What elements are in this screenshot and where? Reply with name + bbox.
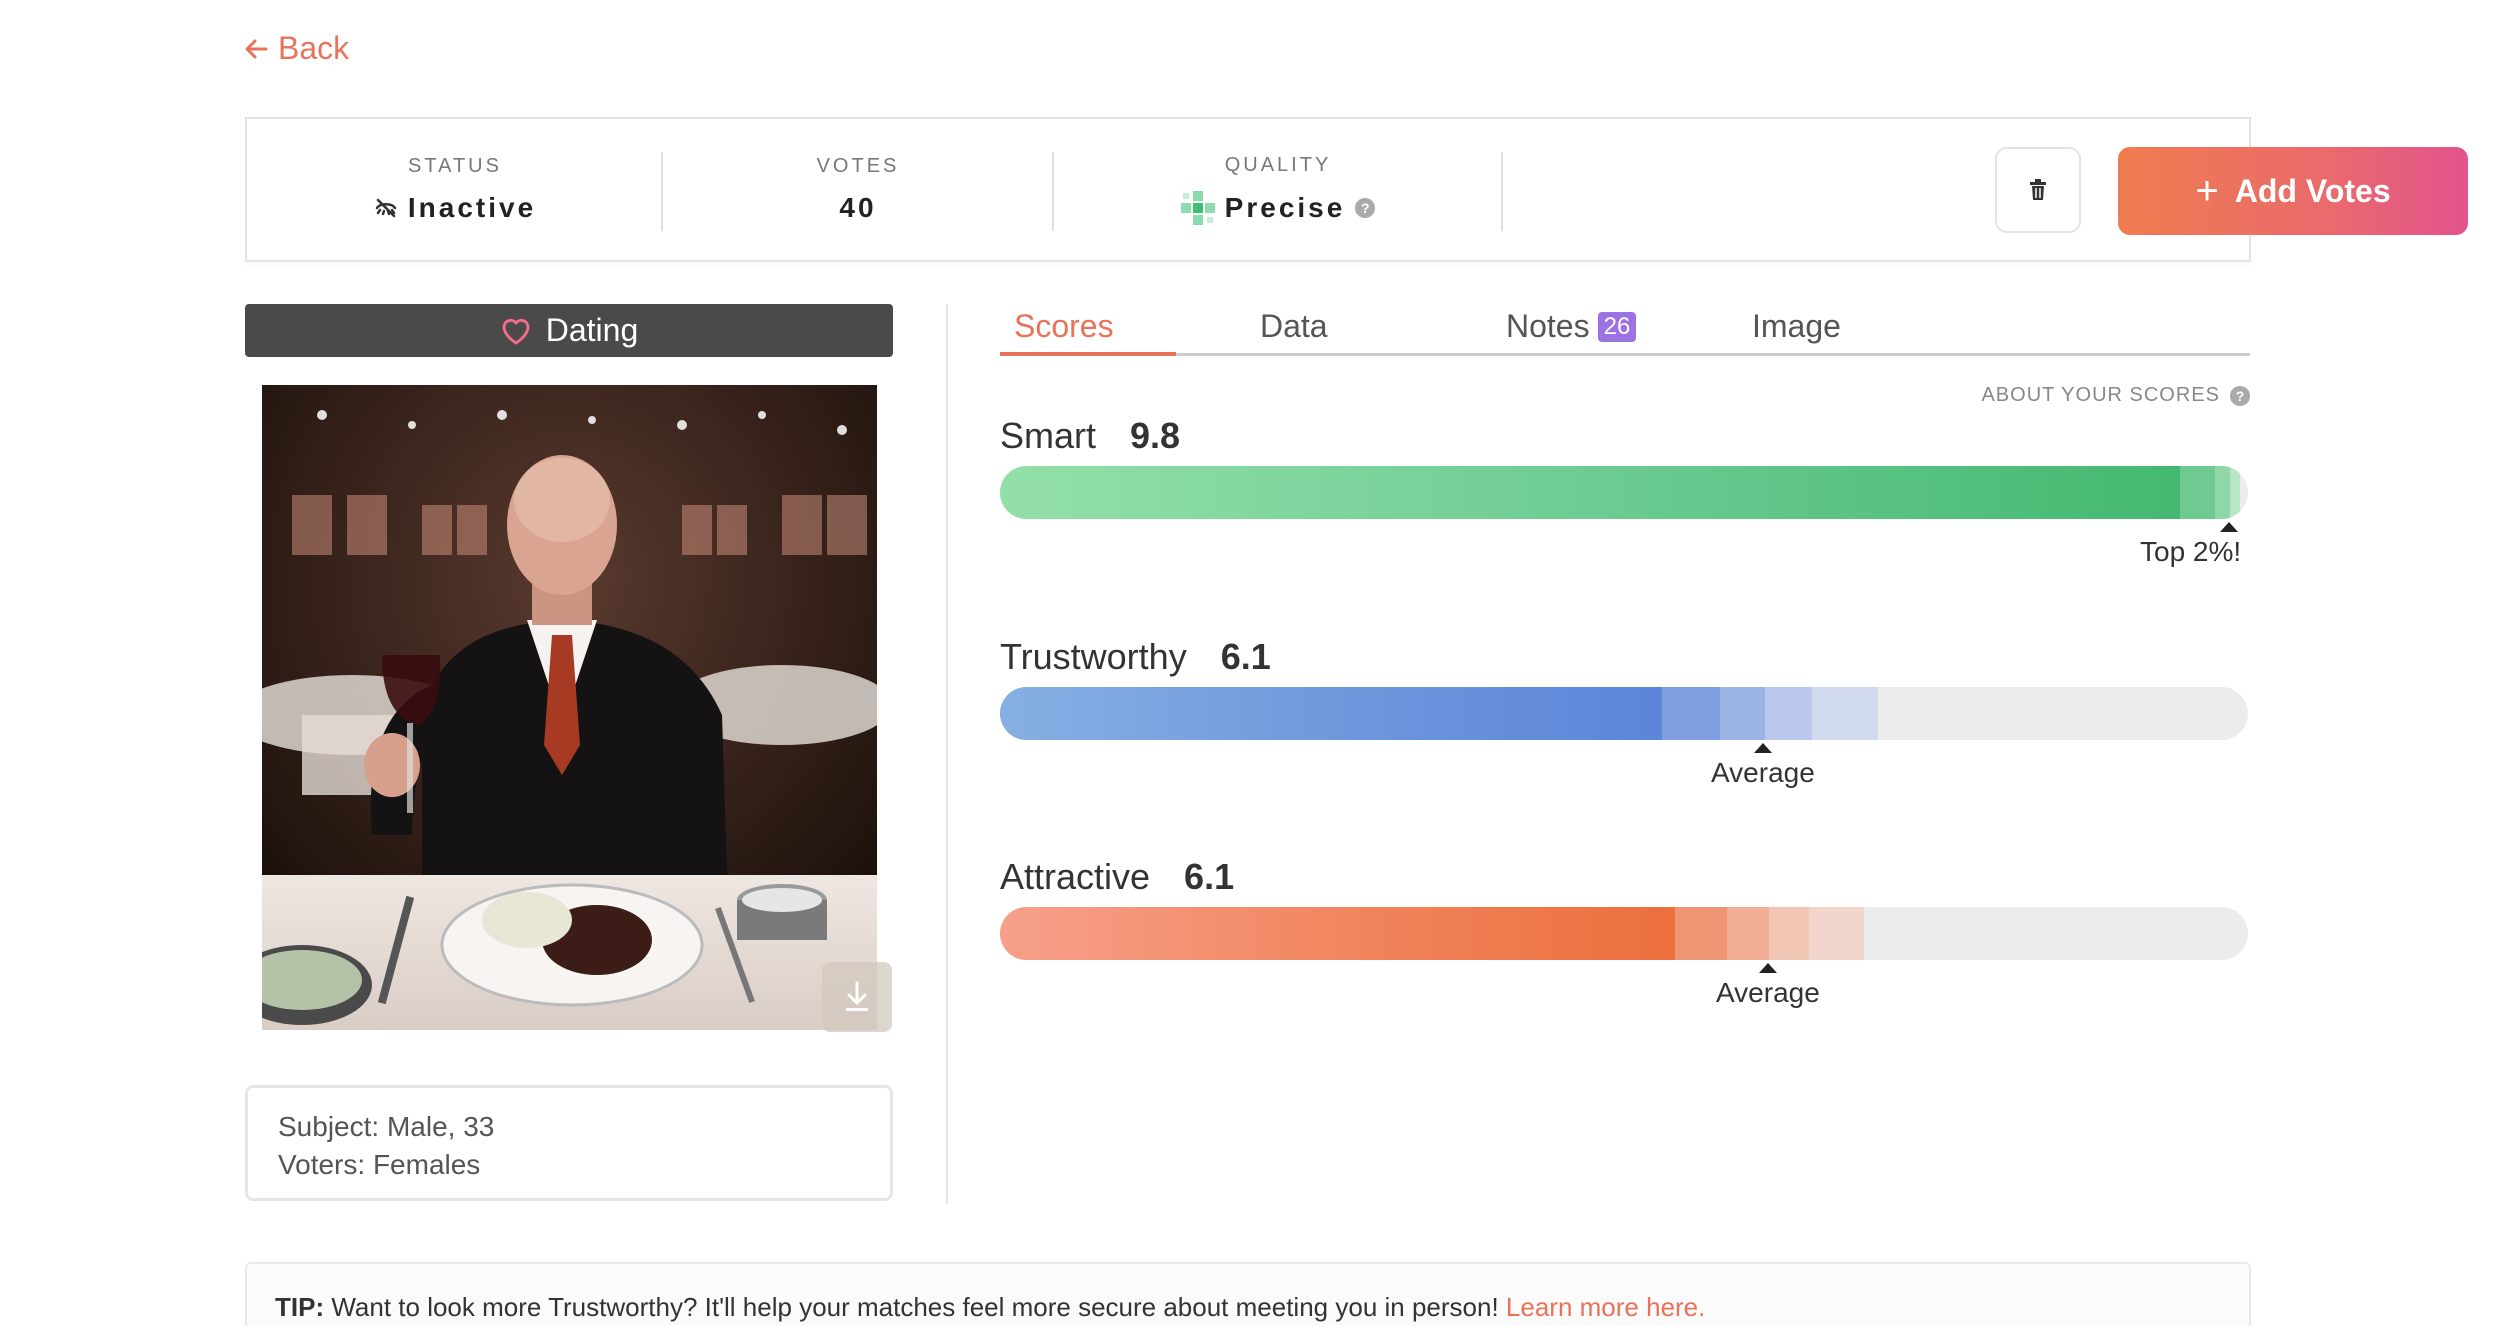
tip-prefix: TIP: bbox=[275, 1292, 325, 1322]
score-bar-trustworthy bbox=[1000, 687, 2248, 740]
tip-banner: TIP: Want to look more Trustworthy? It'l… bbox=[245, 1262, 2251, 1326]
download-icon bbox=[846, 981, 868, 1011]
score-range-band bbox=[1809, 907, 1864, 960]
quality-value: Precise bbox=[1224, 192, 1346, 223]
divider bbox=[1501, 152, 1503, 231]
score-title-smart: Smart 9.8 bbox=[1000, 415, 1180, 457]
score-range-band bbox=[1769, 907, 1809, 960]
help-icon[interactable]: ? bbox=[1355, 198, 1376, 218]
quality-value-row: Precise ? bbox=[1180, 191, 1376, 225]
learn-more-link[interactable]: Learn more here. bbox=[1506, 1292, 1705, 1322]
subject-info-box: Subject: Male, 33 Voters: Females bbox=[245, 1085, 893, 1201]
category-banner: Dating bbox=[245, 304, 893, 357]
status-value: Inactive bbox=[407, 192, 537, 223]
score-fill bbox=[1000, 466, 2180, 519]
subject-line: Subject: Male, 33 bbox=[278, 1111, 495, 1142]
score-range-band bbox=[1675, 907, 1727, 960]
add-votes-button[interactable]: + Add Votes bbox=[2118, 147, 2468, 235]
score-title-trustworthy: Trustworthy 6.1 bbox=[1000, 636, 1271, 678]
photo-illustration bbox=[262, 385, 877, 1030]
plus-icon: + bbox=[2195, 169, 2219, 213]
about-scores-link[interactable]: ABOUT YOUR SCORES ? bbox=[1981, 384, 2250, 407]
quality-label: QUALITY bbox=[1224, 154, 1332, 176]
subject-photo bbox=[262, 385, 877, 1030]
status-value-row: Inactive bbox=[374, 192, 536, 224]
quality-stat: QUALITY Precise ? bbox=[1053, 119, 1503, 260]
score-bar-attractive bbox=[1000, 907, 2248, 960]
tab-scores[interactable]: Scores bbox=[1014, 308, 1114, 345]
precision-icon bbox=[1180, 191, 1215, 225]
score-fill bbox=[1000, 907, 1675, 960]
score-range-band bbox=[1765, 687, 1812, 740]
column-divider bbox=[946, 304, 948, 1204]
marker-label: Average bbox=[1711, 757, 1815, 788]
score-range-band bbox=[1720, 687, 1765, 740]
tab-image[interactable]: Image bbox=[1752, 308, 1841, 345]
trash-icon bbox=[2030, 179, 2046, 200]
tab-notes[interactable]: Notes 26 bbox=[1506, 308, 1637, 345]
tab-label: Image bbox=[1752, 308, 1841, 344]
score-marker-trustworthy: Average bbox=[1711, 743, 1815, 789]
tab-label: Data bbox=[1260, 308, 1328, 344]
score-value: 6.1 bbox=[1184, 856, 1235, 897]
tab-label: Notes bbox=[1506, 308, 1590, 344]
tab-label: Scores bbox=[1014, 308, 1114, 344]
status-card: STATUS Inactive VOTES 40 QUALITY Precise… bbox=[245, 117, 2468, 262]
back-label: Back bbox=[278, 30, 350, 66]
score-marker-attractive: Average bbox=[1716, 963, 1820, 1009]
help-icon: ? bbox=[2230, 385, 2250, 406]
score-label: Smart bbox=[1000, 415, 1097, 456]
category-label: Dating bbox=[545, 312, 639, 348]
notes-count-badge: 26 bbox=[1597, 311, 1637, 342]
score-value: 9.8 bbox=[1130, 415, 1181, 456]
about-scores-label: ABOUT YOUR SCORES bbox=[1981, 384, 2220, 406]
score-marker-smart: Top 2%! bbox=[2140, 522, 2241, 568]
score-range-band bbox=[2230, 466, 2240, 519]
active-tab-indicator bbox=[1000, 352, 1176, 356]
delete-button[interactable] bbox=[1995, 147, 2081, 233]
marker-triangle bbox=[1758, 963, 1777, 973]
score-range-band bbox=[1662, 687, 1720, 740]
tab-bar: Scores Data Notes 26 Image bbox=[1000, 300, 2250, 356]
marker-label: Top 2%! bbox=[2140, 536, 2242, 567]
back-link[interactable]: Back bbox=[244, 30, 349, 67]
download-button[interactable] bbox=[822, 962, 892, 1032]
status-label: STATUS bbox=[408, 155, 502, 177]
votes-stat: VOTES 40 bbox=[663, 119, 1053, 260]
arrow-left-icon bbox=[245, 39, 268, 58]
eye-off-icon bbox=[375, 198, 397, 218]
voters-line: Voters: Females bbox=[278, 1149, 481, 1180]
score-label: Trustworthy bbox=[1000, 636, 1187, 677]
marker-triangle bbox=[1753, 743, 1772, 753]
add-votes-label: Add Votes bbox=[2234, 172, 2391, 209]
score-value: 6.1 bbox=[1220, 636, 1271, 677]
votes-value: 40 bbox=[839, 192, 877, 223]
score-range-band bbox=[1812, 687, 1878, 740]
marker-label: Average bbox=[1716, 977, 1820, 1008]
status-stat: STATUS Inactive bbox=[247, 119, 663, 260]
score-range-band bbox=[2180, 466, 2215, 519]
score-title-attractive: Attractive 6.1 bbox=[1000, 856, 1234, 898]
marker-triangle bbox=[2220, 522, 2238, 532]
tab-data[interactable]: Data bbox=[1260, 308, 1328, 345]
score-range-band bbox=[1727, 907, 1769, 960]
tip-text: Want to look more Trustworthy? It'll hel… bbox=[331, 1292, 1499, 1322]
score-range-band bbox=[2215, 466, 2230, 519]
score-label: Attractive bbox=[1000, 856, 1151, 897]
score-fill bbox=[1000, 687, 1662, 740]
heart-icon bbox=[502, 318, 530, 344]
votes-label: VOTES bbox=[816, 155, 900, 177]
score-bar-smart bbox=[1000, 466, 2248, 519]
